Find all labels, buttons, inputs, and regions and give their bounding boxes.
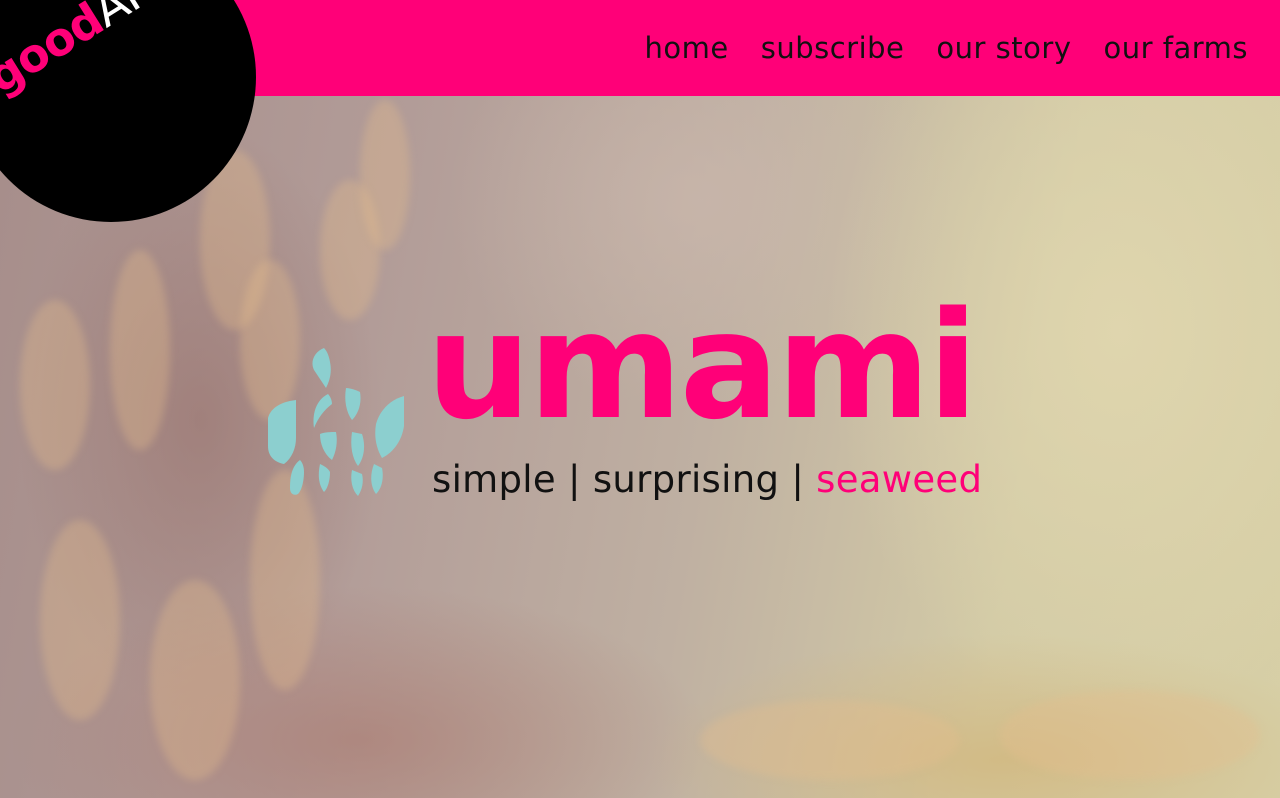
nav-subscribe[interactable]: subscribe [761,26,905,70]
tagline-word-seaweed: seaweed [816,458,983,501]
logo-text: goodAF [0,0,159,104]
tagline-separator-2: | [791,458,805,501]
brand-name: umami [426,280,978,452]
logo-text-good: good [0,0,113,104]
tagline-word-simple: simple [432,458,556,501]
tagline-separator-1: | [568,458,581,501]
nav-home[interactable]: home [645,26,729,70]
main-nav: home subscribe our story our farms [645,26,1249,70]
brand-tagline: simple | surprising | seaweed [432,456,982,504]
nav-our-farms[interactable]: our farms [1103,26,1248,70]
page: home subscribe our story our farms goodA… [0,0,1280,798]
tagline-word-surprising: surprising [592,458,780,501]
hero-brand: umami simple | surprising | seaweed [262,286,1022,510]
nav-our-story[interactable]: our story [936,26,1071,70]
seaweed-leaf-icon [268,348,404,496]
